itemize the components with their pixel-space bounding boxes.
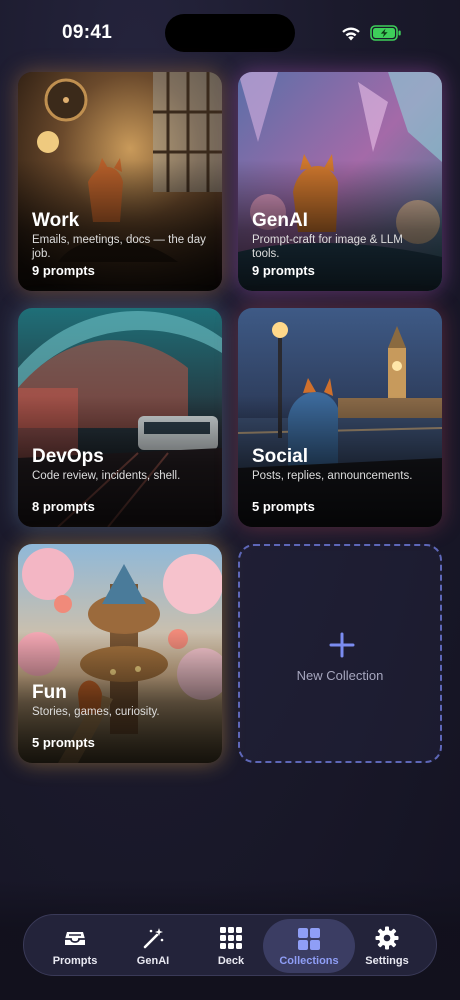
status-bar: 09:41: [0, 0, 460, 60]
collection-count: 8 prompts: [32, 499, 95, 514]
collection-card-fun[interactable]: Fun Stories, games, curiosity. 5 prompts: [18, 544, 222, 763]
tab-label: GenAI: [136, 955, 170, 967]
tab-genai[interactable]: GenAI: [112, 915, 194, 977]
collection-title: Work: [32, 210, 80, 231]
new-collection-button[interactable]: New Collection: [238, 544, 442, 763]
gear-icon: [375, 926, 399, 950]
grid-2x2-icon: [298, 928, 320, 950]
wifi-icon: [342, 27, 360, 41]
collection-card-work[interactable]: Work Emails, meetings, docs — the day jo…: [18, 72, 222, 291]
tab-prompts[interactable]: Prompts: [34, 915, 116, 977]
collection-title: GenAI: [252, 210, 308, 231]
inbox-tray-icon: [65, 932, 85, 945]
collection-count: 5 prompts: [32, 735, 95, 750]
collection-count: 5 prompts: [252, 499, 315, 514]
grid-3x3-icon: [220, 927, 242, 949]
dynamic-island: [165, 14, 295, 52]
tab-label: Collections: [279, 955, 339, 967]
magic-wand-icon: [143, 928, 164, 949]
collection-description: Prompt-craft for image & LLM tools.: [252, 234, 403, 260]
battery-charging-icon: [370, 25, 401, 41]
collection-description: Posts, replies, announcements.: [252, 470, 413, 482]
tab-label: Settings: [365, 955, 409, 967]
collection-card-genai[interactable]: GenAI Prompt-craft for image & LLM tools…: [238, 72, 442, 291]
new-collection-label: New Collection: [296, 668, 384, 683]
collection-description: Stories, games, curiosity.: [32, 706, 160, 718]
tab-label: Prompts: [52, 955, 98, 967]
tab-settings[interactable]: Settings: [346, 915, 428, 977]
collection-title: DevOps: [32, 446, 104, 467]
plus-icon: [329, 632, 355, 658]
collection-description: Code review, incidents, shell.: [32, 470, 181, 482]
collection-title: Fun: [32, 682, 67, 703]
clock: 09:41: [62, 22, 113, 43]
collection-card-devops[interactable]: DevOps Code review, incidents, shell. 8 …: [18, 308, 222, 527]
tab-deck[interactable]: Deck: [190, 915, 272, 977]
collection-count: 9 prompts: [252, 263, 315, 278]
tab-label: Deck: [217, 955, 245, 967]
collection-title: Social: [252, 446, 308, 467]
tab-collections[interactable]: Collections: [263, 919, 355, 973]
collection-count: 9 prompts: [32, 263, 95, 278]
collection-card-social[interactable]: Social Posts, replies, announcements. 5 …: [238, 308, 442, 527]
collection-description: Emails, meetings, docs — the day job.: [32, 234, 206, 260]
tab-bar: Prompts GenAI Deck Collections Settings: [23, 914, 437, 976]
